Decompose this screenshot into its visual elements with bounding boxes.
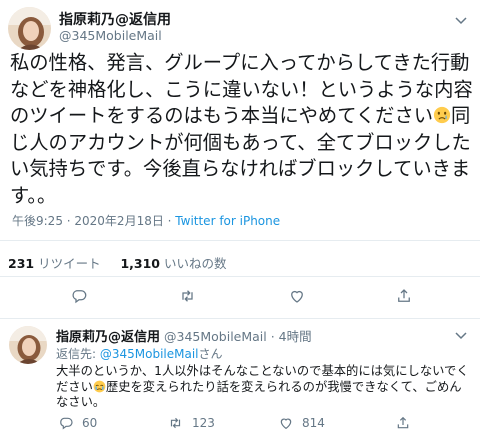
tweet-text-line: のツイートをするのはもう本当にやめてください同 — [10, 104, 471, 128]
reply-retweet-button[interactable]: 123 — [167, 415, 215, 431]
timestamp[interactable]: 午後9:25 · 2020年2月18日 · — [12, 214, 175, 228]
retweets-label[interactable]: リツイート — [38, 256, 101, 271]
crying-face-emoji — [433, 107, 451, 124]
divider — [0, 240, 480, 241]
tweet-text-line: い気持ちです。今後直らなければブロックしていきま — [10, 157, 471, 181]
replying-mention[interactable]: @345MobileMail — [100, 347, 199, 361]
like-button[interactable] — [288, 287, 306, 305]
retweets-count[interactable]: 231 — [8, 256, 34, 271]
reply-text-line: 大半のというか、1人以外はそんなことないので基本的には気にしないでく — [56, 364, 469, 378]
share-icon — [397, 416, 409, 429]
reply-caret-down-icon[interactable] — [453, 327, 469, 343]
tweet-text-line: などを神格化し、こうに違いない！というような内容 — [10, 77, 473, 101]
caret-down-icon[interactable] — [453, 12, 469, 28]
tweet-text-line: 私の性格、発言、グループに入ってからしてきた行動 — [10, 51, 470, 74]
like-icon — [280, 418, 292, 430]
retweet-button[interactable] — [178, 287, 197, 305]
reply-display-name[interactable]: 指原莉乃@返信用 — [56, 330, 160, 345]
tweet-actions — [0, 287, 480, 309]
reply-button[interactable] — [70, 287, 88, 305]
reply-like-button[interactable]: 814 — [278, 415, 325, 431]
crying-face-emoji — [93, 380, 106, 392]
tweet-text: 私の性格、発言、グループに入ってからしてきた行動 などを神格化し、こうに違いない… — [10, 50, 473, 210]
engagement-stats: 231 リツイート 1,310 いいねの数 — [8, 253, 227, 272]
likes-label[interactable]: いいねの数 — [164, 256, 227, 271]
share-icon — [398, 289, 410, 302]
display-name[interactable]: 指原莉乃@返信用 — [59, 9, 171, 29]
likes-count[interactable]: 1,310 — [120, 256, 160, 271]
reply-handle-time[interactable]: @345MobileMail · 4時間 — [164, 329, 312, 344]
replying-to: 返信先: @345MobileMailさん — [56, 347, 223, 361]
avatar[interactable] — [8, 7, 51, 50]
reply-avatar[interactable] — [9, 326, 47, 364]
reply-share-button[interactable] — [395, 415, 411, 431]
reply-icon — [72, 290, 87, 304]
reply-icon — [60, 417, 73, 430]
reply-header: 指原莉乃@返信用 @345MobileMail · 4時間 — [56, 326, 312, 345]
tweet-text-line: じ人のアカウントが何個もあって、全てブロックした — [10, 130, 471, 154]
handle[interactable]: @345MobileMail — [59, 28, 162, 43]
tweet-text-line: す。。 — [10, 183, 57, 207]
divider — [0, 318, 480, 319]
divider — [0, 276, 480, 277]
reply-text: 大半のというか、1人以外はそんなことないので基本的には気にしないでく ださい 歴史… — [56, 364, 469, 411]
reply-text-line: ださい 歴史を変えられたり話を変えられるのが我慢できなくて、ごめん — [56, 379, 462, 394]
reply-text-line: なさい。 — [56, 395, 106, 409]
share-button[interactable] — [395, 287, 413, 305]
reply-retweet-count: 123 — [192, 416, 215, 430]
reply-reply-button[interactable]: 60 — [58, 415, 97, 431]
tweet-meta: 午後9:25 · 2020年2月18日 · Twitter for iPhone — [12, 212, 280, 229]
reply-reply-count: 60 — [82, 416, 98, 430]
reply-actions: 60 123 814 — [0, 415, 480, 437]
reply-like-count: 814 — [302, 416, 325, 430]
source-link[interactable]: Twitter for iPhone — [175, 214, 280, 228]
retweet-icon — [170, 417, 181, 429]
retweet-icon — [182, 290, 193, 302]
like-icon — [291, 290, 303, 303]
